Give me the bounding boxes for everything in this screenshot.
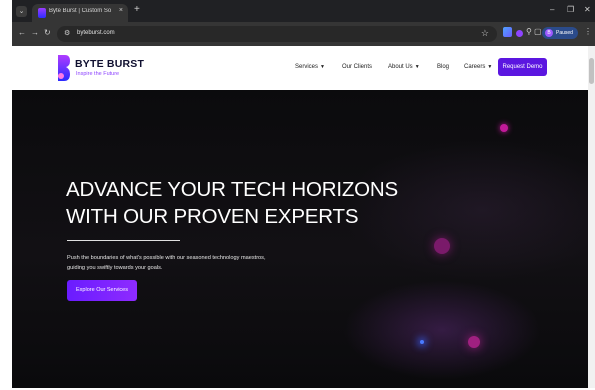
extensions-puzzle-icon[interactable]: ⚲	[526, 27, 532, 36]
nav-services-label: Services	[295, 64, 319, 70]
nav-our-clients[interactable]: Our Clients	[342, 64, 372, 70]
scrollbar-thumb[interactable]	[589, 58, 594, 84]
address-bar[interactable]: ⚙ byteburst.com ☆	[57, 26, 497, 42]
nav-about-us[interactable]: About Us ▼	[388, 64, 420, 70]
profile-name: Paused	[556, 30, 573, 36]
chevron-down-icon: ▼	[414, 64, 420, 70]
close-tab-icon[interactable]: ×	[119, 7, 123, 14]
extension-badge-icon[interactable]	[516, 30, 523, 37]
site-info-icon[interactable]: ⚙	[64, 29, 70, 37]
decorative-orb	[500, 124, 508, 132]
nav-services[interactable]: Services ▼	[295, 64, 325, 70]
decorative-orb	[434, 238, 450, 254]
site-header: BYTE BURST Inspire the Future Services ▼ …	[12, 46, 588, 90]
request-demo-button[interactable]: Request Demo	[498, 58, 547, 76]
nav-blog-label: Blog	[437, 64, 450, 70]
browser-window: ⌄ Byte Burst | Custom Software × + – ❐ ✕…	[12, 0, 595, 388]
close-window-button[interactable]: ✕	[584, 5, 591, 14]
reload-icon[interactable]: ↻	[44, 28, 51, 37]
tab-byte-burst[interactable]: Byte Burst | Custom Software ×	[32, 4, 128, 22]
new-tab-button[interactable]: +	[134, 4, 140, 15]
web-page: BYTE BURST Inspire the Future Services ▼ …	[12, 46, 588, 388]
minimize-button[interactable]: –	[550, 5, 554, 14]
url-text: byteburst.com	[77, 30, 115, 36]
decorative-orb	[420, 340, 424, 344]
decorative-orb	[468, 336, 480, 348]
explore-services-button[interactable]: Explore Our Services	[67, 280, 137, 301]
extension-icon[interactable]	[503, 27, 512, 37]
more-menu-icon[interactable]: ⋮	[584, 27, 592, 36]
bookmark-star-icon[interactable]: ☆	[481, 28, 489, 39]
hero-title: ADVANCE YOUR TECH HORIZONS WITH OUR PROV…	[66, 178, 398, 228]
back-arrow-icon[interactable]: ←	[18, 28, 26, 37]
chevron-down-icon: ▼	[487, 64, 493, 70]
hero-section: ADVANCE YOUR TECH HORIZONS WITH OUR PROV…	[12, 90, 588, 388]
nav-careers[interactable]: Careers ▼	[464, 64, 492, 70]
avatar: B	[545, 29, 553, 37]
page-scrollbar[interactable]	[588, 46, 595, 388]
tab-strip: ⌄ Byte Burst | Custom Software × + – ❐ ✕	[12, 0, 595, 22]
chevron-down-icon: ▼	[320, 64, 325, 70]
favicon-icon	[38, 8, 46, 18]
logo-title[interactable]: BYTE BURST	[75, 58, 144, 70]
logo-tagline: Inspire the Future	[76, 71, 120, 77]
tab-search-button[interactable]: ⌄	[16, 6, 27, 17]
byte-burst-logo-icon[interactable]	[57, 54, 71, 82]
nav-blog[interactable]: Blog	[437, 64, 449, 70]
tab-title: Byte Burst | Custom Software	[49, 8, 111, 14]
hero-subtitle: Push the boundaries of what's possible w…	[67, 255, 266, 271]
nav-careers-label: Careers	[464, 64, 486, 70]
hero-divider	[67, 240, 180, 241]
nav-our-clients-label: Our Clients	[342, 64, 373, 70]
profile-button[interactable]: B Paused	[542, 27, 578, 39]
forward-arrow-icon[interactable]: →	[31, 28, 39, 37]
maximize-button[interactable]: ❐	[567, 5, 574, 14]
side-panel-icon[interactable]: ▢	[534, 27, 542, 36]
nav-about-us-label: About Us	[388, 64, 413, 70]
